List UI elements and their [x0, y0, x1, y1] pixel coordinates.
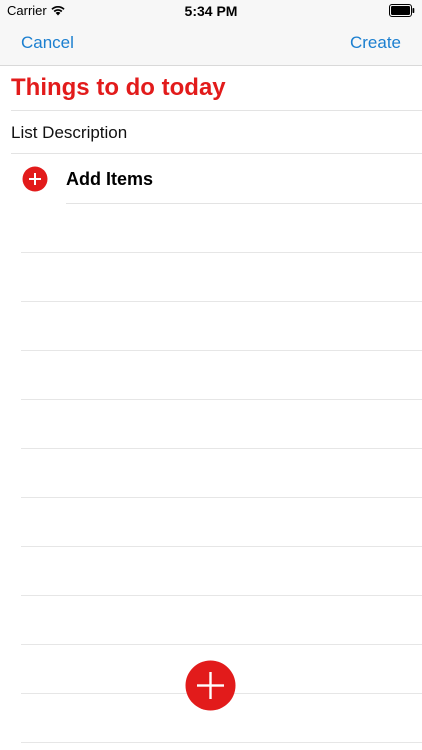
- battery-icon: [389, 4, 415, 17]
- list-title-row[interactable]: Things to do today: [11, 72, 422, 111]
- cancel-button[interactable]: Cancel: [21, 33, 74, 53]
- list-title[interactable]: Things to do today: [11, 74, 226, 101]
- list-description-field[interactable]: List Description: [11, 111, 422, 154]
- empty-row-separator: [21, 595, 422, 596]
- clock-time: 5:34 PM: [184, 3, 238, 19]
- status-bar: Carrier 5:34 PM: [0, 0, 422, 22]
- empty-row-separator: [21, 252, 422, 253]
- add-circle-icon[interactable]: [22, 166, 48, 192]
- navigation-bar: Cancel Create: [0, 22, 422, 66]
- empty-row-separator: [21, 301, 422, 302]
- empty-row-separator: [21, 497, 422, 498]
- add-items-label[interactable]: Add Items: [66, 169, 153, 190]
- create-button[interactable]: Create: [350, 33, 401, 53]
- add-items-row[interactable]: Add Items: [0, 155, 422, 204]
- floating-add-button[interactable]: [185, 660, 236, 711]
- empty-row-separator: [21, 399, 422, 400]
- empty-row-separator: [21, 546, 422, 547]
- row-separator: [66, 203, 422, 204]
- list-description-placeholder[interactable]: List Description: [11, 123, 127, 142]
- empty-row-separator: [21, 742, 422, 743]
- empty-row-separator: [21, 448, 422, 449]
- empty-row-separator: [21, 644, 422, 645]
- empty-row-separator: [21, 350, 422, 351]
